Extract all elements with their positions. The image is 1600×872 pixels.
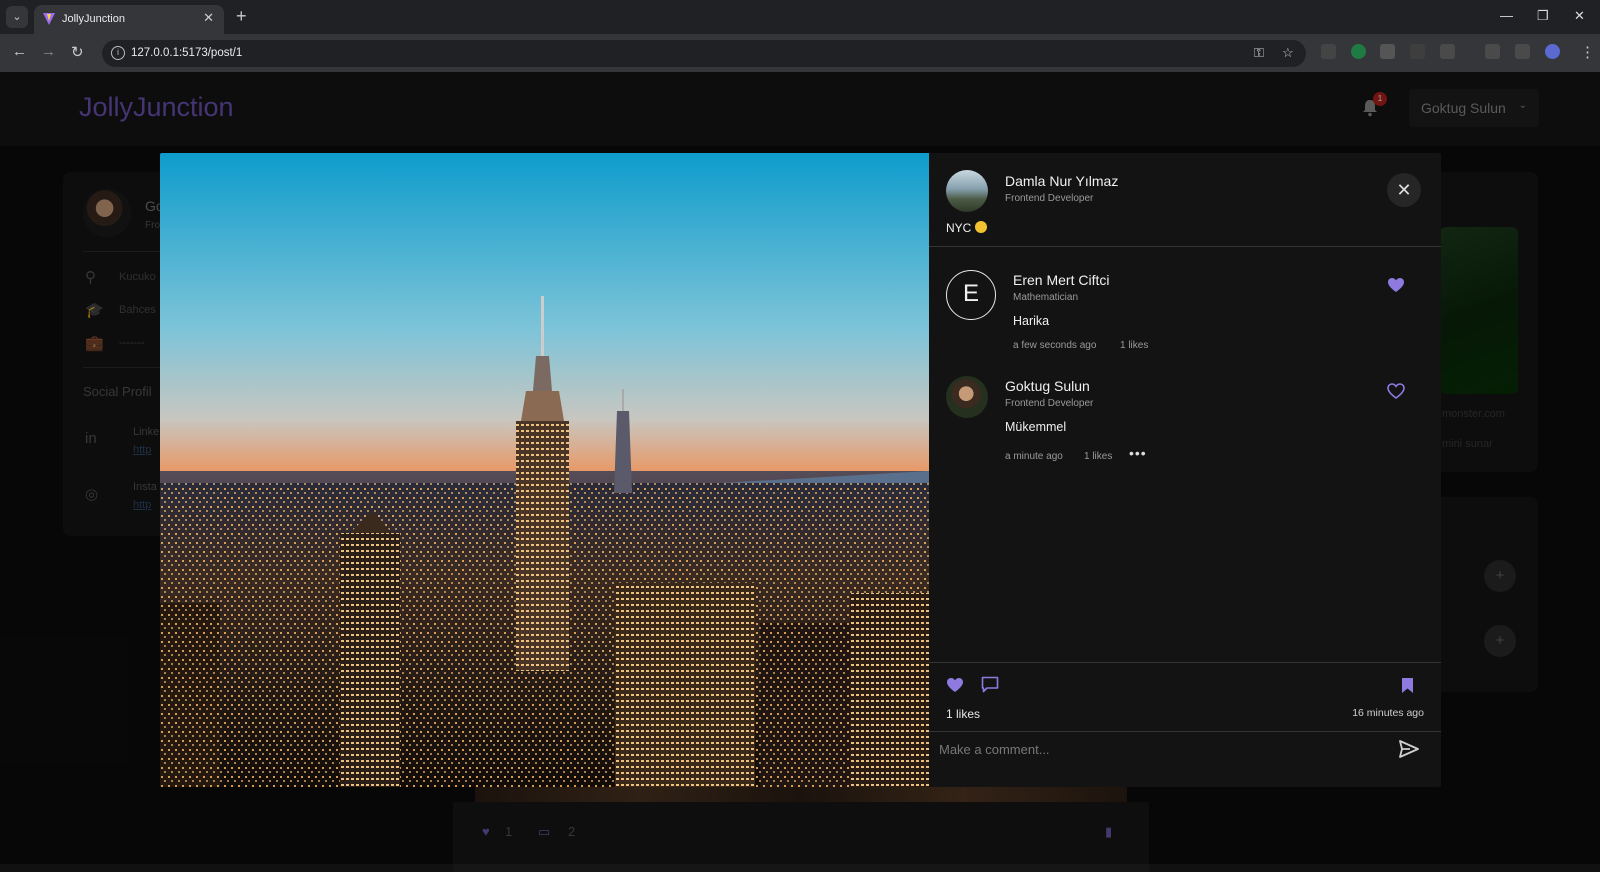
- reload-icon[interactable]: ↻: [71, 43, 84, 61]
- extension-code-icon[interactable]: [1380, 44, 1395, 59]
- site-info-icon[interactable]: i: [111, 46, 125, 60]
- tab-title: JollyJunction: [62, 13, 125, 25]
- comment-text: Harika: [1013, 314, 1050, 328]
- close-window-button[interactable]: ✕: [1574, 8, 1585, 24]
- side-panel-icon[interactable]: [1515, 44, 1530, 59]
- back-arrow-icon[interactable]: ←: [12, 43, 27, 60]
- vite-favicon-icon: [43, 13, 55, 25]
- media-control-icon[interactable]: [1485, 44, 1500, 59]
- browser-tab[interactable]: JollyJunction ✕: [34, 5, 224, 34]
- commenter-name[interactable]: Goktug Sulun: [1005, 378, 1090, 394]
- profile-avatar-icon[interactable]: [1545, 44, 1560, 59]
- comment-input[interactable]: [939, 735, 1379, 763]
- comment-more-options-icon[interactable]: •••: [1129, 445, 1147, 461]
- post-caption: NYC: [946, 221, 988, 235]
- author-role: Frontend Developer: [1005, 193, 1094, 204]
- actions-divider: [929, 662, 1441, 663]
- url-text[interactable]: 127.0.0.1:5173/post/1: [131, 47, 242, 59]
- like-post-heart-icon[interactable]: [946, 677, 964, 693]
- address-bar[interactable]: i 127.0.0.1:5173/post/1 ⚿ ☆: [102, 40, 1306, 67]
- caption-text: NYC: [946, 221, 972, 235]
- post-photo: [160, 153, 929, 787]
- tab-search-button[interactable]: ⌄: [6, 6, 28, 28]
- tab-close-icon[interactable]: ✕: [203, 10, 214, 26]
- bookmark-icon[interactable]: [1401, 677, 1414, 694]
- comment-likes: 1 likes: [1120, 340, 1149, 351]
- comment-text: Mükemmel: [1005, 420, 1067, 434]
- header-divider: [929, 246, 1441, 247]
- close-modal-button[interactable]: ✕: [1387, 173, 1421, 207]
- post-time-ago: 16 minutes ago: [1352, 707, 1424, 719]
- commenter-avatar[interactable]: [946, 376, 988, 418]
- nyc-skyline-image: [160, 153, 929, 787]
- post-modal: Damla Nur Yılmaz Frontend Developer ✕ NY…: [160, 153, 1441, 787]
- comment-heart-outline-icon[interactable]: [1387, 383, 1405, 399]
- browser-tab-bar: ⌄ JollyJunction ✕ + — ❐ ✕: [0, 0, 1600, 34]
- minimize-button[interactable]: —: [1500, 8, 1513, 23]
- comment-bubble-icon[interactable]: [981, 676, 999, 693]
- author-name[interactable]: Damla Nur Yılmaz: [1005, 173, 1118, 189]
- new-tab-button[interactable]: +: [236, 6, 247, 27]
- commenter-name[interactable]: Eren Mert Ciftci: [1013, 272, 1109, 288]
- post-likes-count: 1 likes: [946, 707, 981, 721]
- password-key-icon[interactable]: ⚿: [1254, 45, 1264, 61]
- commenter-role: Frontend Developer: [1005, 398, 1094, 409]
- browser-toolbar: ← → ↻ i 127.0.0.1:5173/post/1 ⚿ ☆ ⋮: [0, 34, 1600, 72]
- comment-time: a few seconds ago: [1013, 340, 1097, 351]
- forward-arrow-icon[interactable]: →: [41, 43, 56, 60]
- post-details-panel: Damla Nur Yılmaz Frontend Developer ✕ NY…: [929, 153, 1441, 787]
- bookmark-star-icon[interactable]: ☆: [1282, 45, 1294, 61]
- extension-gear-icon[interactable]: [1410, 44, 1425, 59]
- input-divider: [929, 731, 1441, 732]
- comment-time: a minute ago: [1005, 451, 1063, 462]
- extensions-puzzle-icon[interactable]: [1440, 44, 1455, 59]
- smile-emoji-icon: [975, 221, 988, 233]
- comment-heart-filled-icon[interactable]: [1387, 277, 1405, 293]
- commenter-avatar[interactable]: E: [946, 270, 996, 320]
- extension-pen-icon[interactable]: [1321, 44, 1336, 59]
- comment-likes: 1 likes: [1084, 451, 1113, 462]
- extension-circle-icon[interactable]: [1351, 44, 1366, 59]
- send-comment-icon[interactable]: [1399, 740, 1419, 758]
- restore-button[interactable]: ❐: [1537, 8, 1549, 24]
- browser-menu-icon[interactable]: ⋮: [1580, 43, 1595, 61]
- author-avatar[interactable]: [946, 170, 988, 212]
- commenter-role: Mathematician: [1013, 292, 1079, 303]
